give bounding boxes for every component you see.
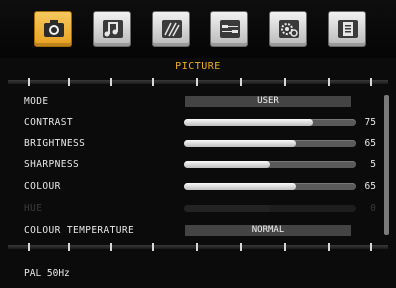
setting-colour-temperature[interactable]: COLOUR TEMPERATURE NORMAL xyxy=(0,225,396,239)
bottom-divider xyxy=(8,243,388,251)
tab-picture[interactable] xyxy=(34,11,72,47)
mode-select[interactable]: USER xyxy=(185,96,351,107)
top-divider xyxy=(8,78,388,86)
mode-label: MODE xyxy=(24,96,49,107)
sharpness-value: 5 xyxy=(370,159,376,170)
hue-value: 0 xyxy=(370,203,376,214)
colour-value: 65 xyxy=(364,181,376,192)
colour-temperature-select[interactable]: NORMAL xyxy=(185,225,351,236)
hue-slider xyxy=(184,205,356,212)
sharpness-label: SHARPNESS xyxy=(24,159,80,170)
colour-slider[interactable] xyxy=(184,183,356,190)
setting-hue: HUE 0 xyxy=(0,203,396,217)
sharpness-slider[interactable] xyxy=(184,161,356,168)
tab-sound[interactable] xyxy=(93,11,131,47)
setting-colour[interactable]: COLOUR 65 xyxy=(0,181,396,195)
tab-info[interactable] xyxy=(328,11,366,47)
hue-label: HUE xyxy=(24,203,43,214)
brightness-slider[interactable] xyxy=(184,140,356,147)
contrast-label: CONTRAST xyxy=(24,117,73,128)
contrast-value: 75 xyxy=(364,117,376,128)
contrast-slider[interactable] xyxy=(184,119,356,126)
tab-connections[interactable] xyxy=(210,11,248,47)
colour-label: COLOUR xyxy=(24,181,61,192)
brightness-value: 65 xyxy=(364,138,376,149)
tab-tools[interactable] xyxy=(152,11,190,47)
section-title: PICTURE xyxy=(175,61,221,72)
setting-brightness[interactable]: BRIGHTNESS 65 xyxy=(0,138,396,152)
colour-temperature-label: COLOUR TEMPERATURE xyxy=(24,225,135,236)
setting-sharpness[interactable]: SHARPNESS 5 xyxy=(0,159,396,173)
setting-mode[interactable]: MODE USER xyxy=(0,96,396,110)
brightness-label: BRIGHTNESS xyxy=(24,138,86,149)
tab-setup[interactable] xyxy=(269,11,307,47)
menu-tab-bar xyxy=(0,0,396,58)
tv-osd-menu: PICTURE MODE USER CONTRAST 75 BRIGHTNESS… xyxy=(0,0,396,288)
setting-contrast[interactable]: CONTRAST 75 xyxy=(0,117,396,131)
signal-status: PAL 50Hz xyxy=(24,268,70,279)
